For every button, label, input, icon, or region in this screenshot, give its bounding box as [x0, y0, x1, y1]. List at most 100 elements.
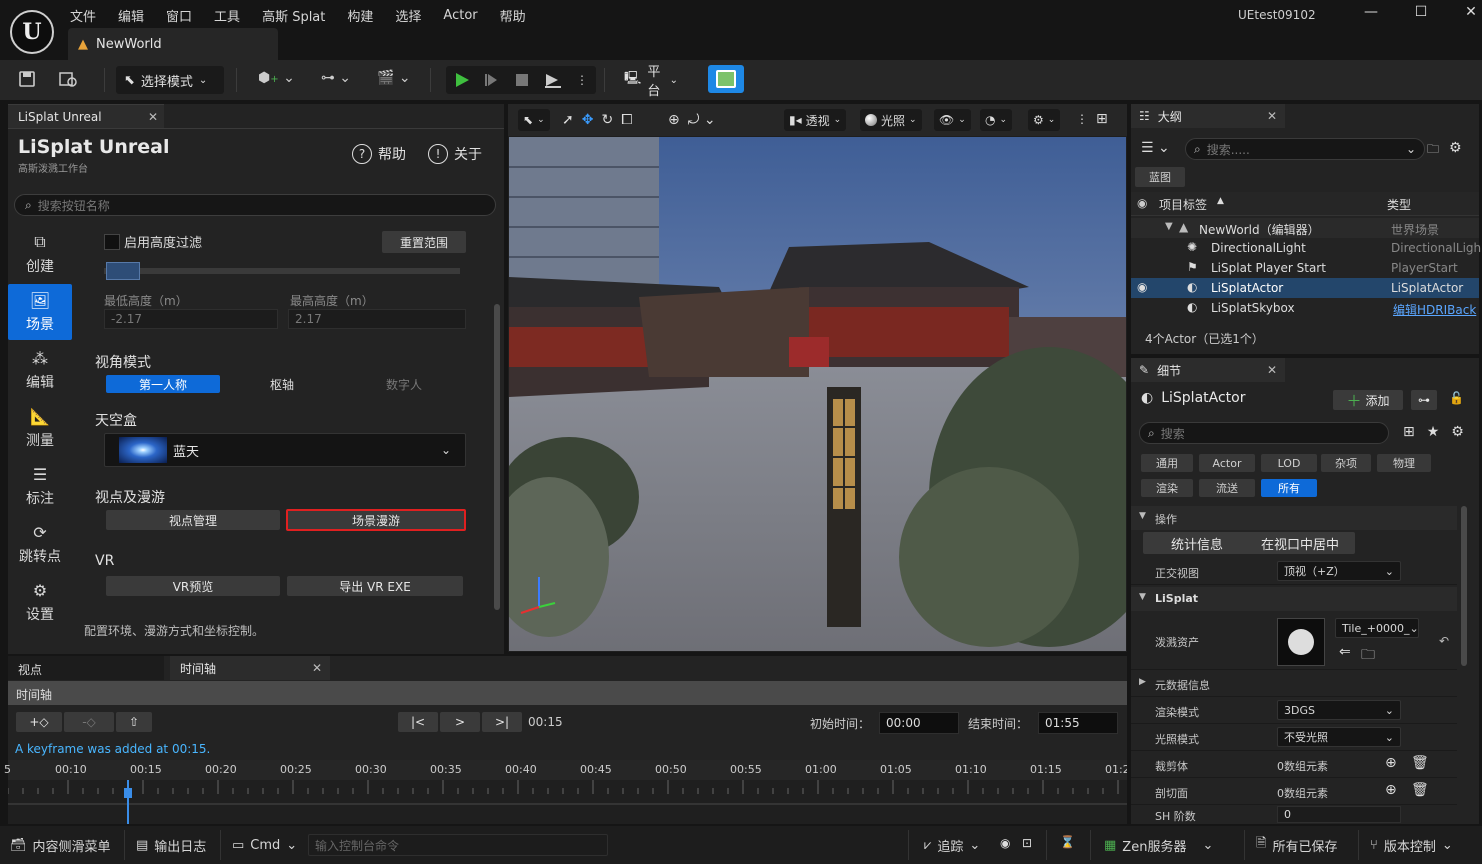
col-type[interactable]: 类型 — [1387, 196, 1411, 213]
nav-annotate[interactable]: ☰ 标注 — [8, 458, 72, 514]
plugin-button[interactable] — [708, 65, 744, 93]
gear-icon[interactable]: ⚙ — [1449, 140, 1462, 156]
zen-server-button[interactable]: ▦ Zen服务器 ⌄ — [1100, 832, 1217, 858]
output-log-button[interactable]: ▤ 输出日志 — [132, 832, 210, 858]
add-keyframe-button[interactable]: +◇ — [16, 712, 62, 732]
cmd-button[interactable]: ▭ Cmd ⌄ — [228, 832, 301, 858]
menu-edit[interactable]: 编辑 — [118, 6, 144, 25]
content-browser-icon[interactable] — [58, 70, 78, 88]
more-icon[interactable]: ⋮ — [576, 73, 588, 87]
menu-tools[interactable]: 工具 — [214, 6, 240, 25]
layout-icon[interactable]: ⊞ — [1096, 111, 1108, 127]
platform-button[interactable]: 🖳 平台 ⌄ — [616, 65, 686, 99]
record-icon[interactable]: ◉ — [1000, 836, 1010, 850]
menu-actor[interactable]: Actor — [443, 8, 477, 23]
play-button[interactable]: > — [440, 712, 480, 732]
outliner-row-skybox[interactable]: ◐ LiSplatSkybox 编辑HDRIBack — [1131, 298, 1479, 318]
menu-select[interactable]: 选择 — [395, 6, 421, 25]
blueprint-add-icon[interactable]: ⊶ — [1411, 390, 1437, 410]
outliner-row-lisplat-actor[interactable]: ◉ ◐ LiSplatActor LiSplatActor — [1131, 278, 1479, 298]
end-time-field[interactable]: 01:55 — [1038, 712, 1118, 734]
checkbox[interactable] — [104, 233, 120, 250]
filter-render[interactable]: 渲染 — [1141, 479, 1193, 497]
first-person-button[interactable]: 第一人称 — [106, 375, 220, 393]
blueprint-filter-button[interactable]: 蓝图 — [1135, 167, 1185, 187]
edit-hdri-link[interactable]: 编辑HDRIBack — [1393, 301, 1477, 318]
browse-icon[interactable]: 🗀 — [1361, 644, 1375, 668]
close-icon[interactable]: ✕ — [312, 661, 322, 675]
statistics-button[interactable]: 统计信息 — [1143, 532, 1251, 554]
surface-snap-icon[interactable]: ⤾ ⌄ — [688, 112, 716, 128]
close-icon[interactable]: ✕ — [1460, 4, 1482, 20]
lighting-button[interactable]: 光照 ⌄ — [860, 109, 922, 131]
performance-button[interactable]: ◔ ⌄ — [980, 109, 1013, 131]
reset-range-button[interactable]: 重置范围 — [382, 231, 466, 253]
details-scrollbar[interactable] — [1461, 506, 1467, 666]
document-tab[interactable]: ▲ NewWorld — [68, 28, 278, 60]
skybox-dropdown[interactable]: 蓝天 ⌄ — [104, 433, 466, 467]
remove-keyframe-button[interactable]: -◇ — [64, 712, 114, 732]
vr-preview-button[interactable]: VR预览 — [106, 576, 280, 596]
scale-icon[interactable]: ⧠ — [621, 112, 632, 128]
move-icon[interactable]: ✥ — [582, 112, 594, 128]
select-mode-button[interactable]: ⬉ 选择模式 ⌄ — [116, 66, 224, 94]
filter-actor[interactable]: Actor — [1199, 454, 1255, 472]
all-saved-button[interactable]: 🗎 所有已保存 — [1252, 832, 1341, 858]
go-end-button[interactable]: >| — [482, 712, 522, 732]
content-drawer-button[interactable]: 🗃 内容侧滑菜单 — [6, 832, 115, 858]
menu-build[interactable]: 构建 — [347, 6, 373, 25]
blueprint-icon[interactable]: ⊶ ⌄ — [321, 70, 351, 86]
version-control-button[interactable]: ⑂ 版本控制 ⌄ — [1366, 832, 1457, 858]
outliner-row-world[interactable]: ▼ ▲ NewWorld（编辑器） 世界场景 — [1131, 218, 1479, 238]
upload-icon[interactable]: ⇧ — [116, 712, 152, 732]
step-icon[interactable] — [484, 72, 500, 88]
lock-icon[interactable]: 🔓 — [1449, 391, 1464, 405]
gear-icon[interactable]: ⚙ — [1451, 424, 1464, 440]
trace-button[interactable]: ⩗ 追踪 ⌄ — [920, 832, 984, 858]
min-height-field[interactable]: -2.17 — [104, 309, 278, 329]
menu-gaussian-splat[interactable]: 高斯 Splat — [262, 6, 325, 25]
viewport-settings-button[interactable]: ⚙ ⌄ — [1028, 109, 1061, 131]
globe-icon[interactable]: ⊕ — [668, 112, 680, 128]
center-in-viewport-button[interactable]: 在视口中居中 — [1245, 532, 1355, 554]
menu-file[interactable]: 文件 — [70, 6, 96, 25]
close-icon[interactable]: ✕ — [1267, 109, 1277, 123]
eject-icon[interactable] — [544, 72, 562, 88]
expand-icon[interactable]: ▼ — [1165, 221, 1173, 232]
nav-settings[interactable]: ⚙ 设置 — [8, 574, 72, 630]
panel-scrollbar[interactable] — [494, 304, 500, 610]
outliner-search-input[interactable]: ⌕ 搜索..... ⌄ — [1185, 138, 1425, 160]
button-search-input[interactable]: ⌕ 搜索按钮名称 — [14, 194, 496, 216]
metadata-row[interactable]: ▶ 元数据信息 — [1131, 670, 1457, 697]
scene-view[interactable] — [509, 137, 1126, 651]
unreal-logo[interactable]: U — [10, 10, 54, 54]
new-folder-icon[interactable]: 🗀 — [1427, 140, 1439, 161]
filter-icon[interactable]: ☰ ⌄ — [1141, 140, 1170, 156]
section-lisplat[interactable]: ▼ LiSplat — [1131, 587, 1457, 611]
visibility-eye-icon[interactable]: ◉ — [1137, 280, 1147, 294]
add-component-button[interactable]: ＋添加 — [1333, 390, 1403, 410]
section-operations[interactable]: ▼ 操作 — [1131, 506, 1457, 530]
use-selected-icon[interactable]: ⇐ — [1339, 644, 1351, 660]
asset-dropdown[interactable]: Tile_+0000_ ⌄ — [1335, 618, 1419, 638]
add-element-icon[interactable]: ⊕ — [1385, 755, 1397, 771]
nav-measure[interactable]: 📐 测量 — [8, 400, 72, 456]
render-mode-dropdown[interactable]: 3DGS ⌄ — [1277, 700, 1401, 720]
table-icon[interactable]: ⊞ — [1403, 424, 1415, 440]
cinematics-icon[interactable]: 🎬 ⌄ — [377, 70, 411, 86]
trash-icon[interactable]: 🗑 — [1411, 782, 1429, 798]
max-height-field[interactable]: 2.17 — [288, 309, 466, 329]
nav-edit[interactable]: ⁂ 编辑 — [8, 342, 72, 398]
star-icon[interactable]: ★ — [1427, 424, 1440, 440]
panel-tab[interactable]: LiSplat Unreal ✕ — [8, 104, 164, 128]
maximize-icon[interactable]: ☐ — [1410, 4, 1432, 20]
col-label[interactable]: 项目标签 — [1159, 196, 1207, 213]
filter-physics[interactable]: 物理 — [1377, 454, 1431, 472]
outliner-tab[interactable]: ☷ 大纲 ✕ — [1131, 104, 1285, 128]
trash-icon[interactable]: 🗑 — [1411, 755, 1429, 771]
reset-icon[interactable]: ↶ — [1439, 634, 1449, 648]
outliner-row-light[interactable]: ✺ DirectionalLight DirectionalLigh — [1131, 238, 1481, 258]
pivot-button[interactable]: 枢轴 — [270, 376, 294, 393]
minimize-icon[interactable]: — — [1360, 4, 1382, 20]
play-icon[interactable] — [454, 72, 470, 88]
